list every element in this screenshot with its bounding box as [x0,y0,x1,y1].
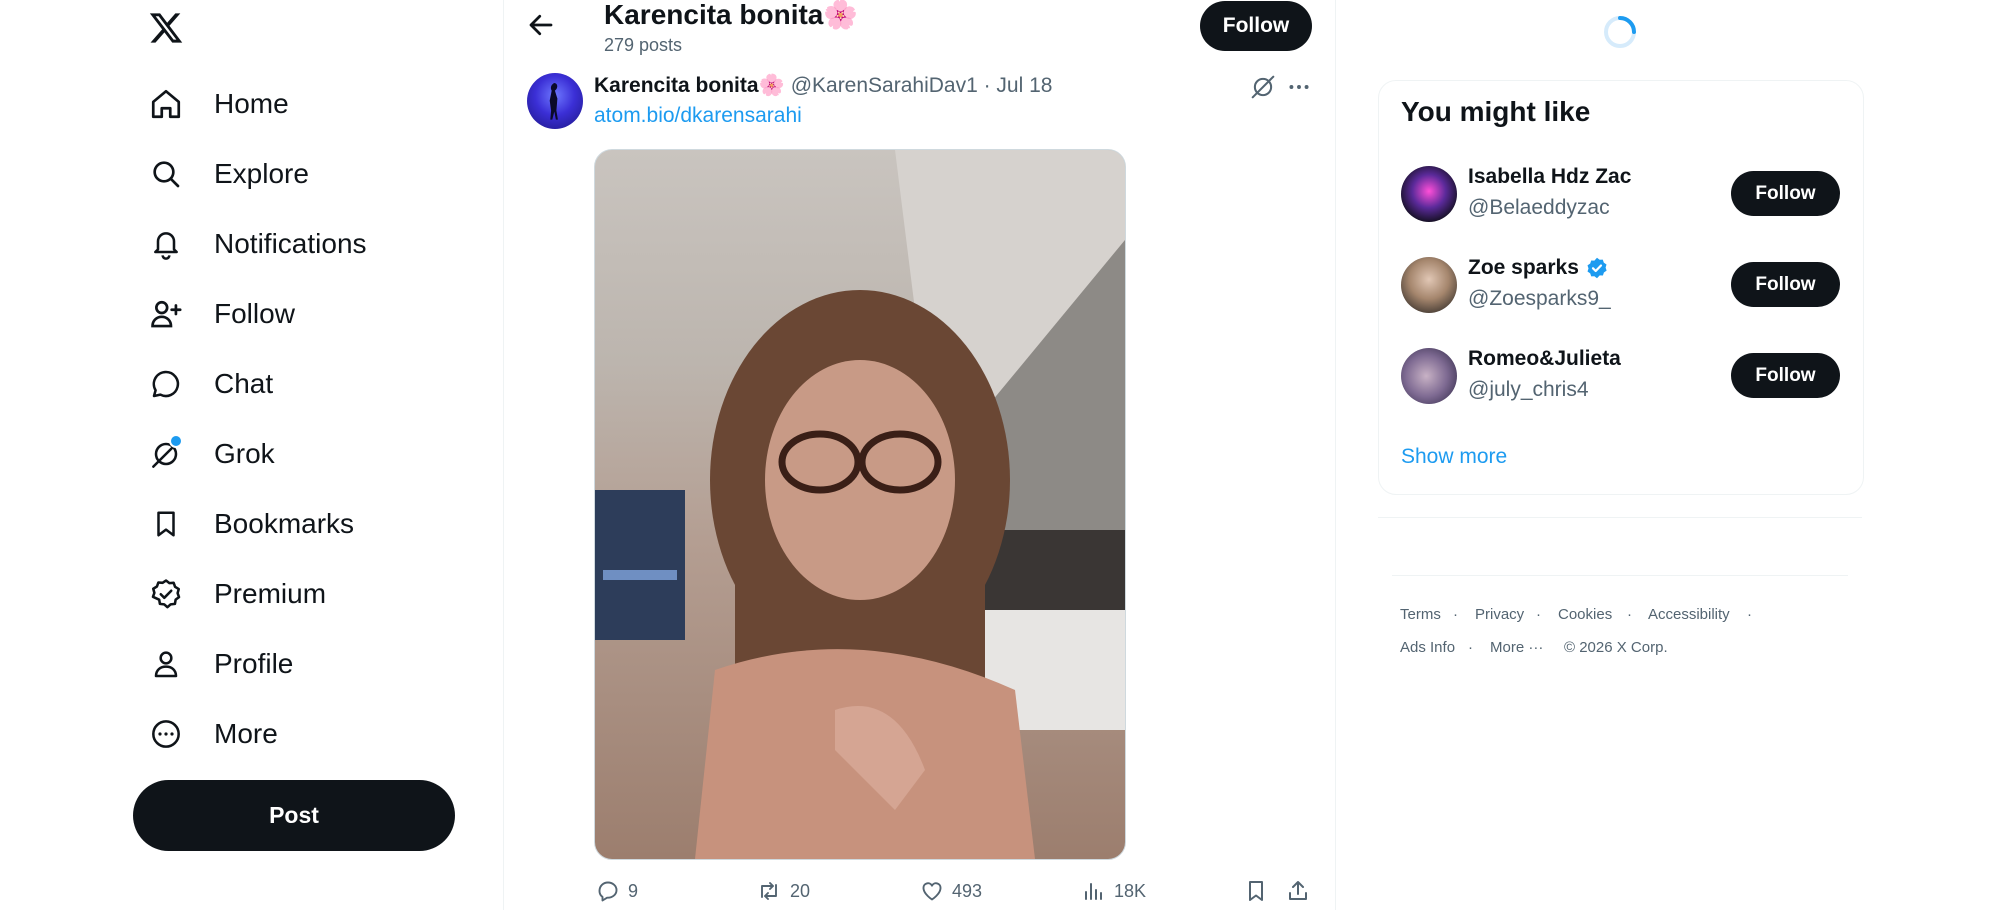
footer-more-link[interactable]: More ··· [1490,639,1543,656]
person-add-icon [148,296,184,332]
nav-profile-label: Profile [214,648,294,679]
search-icon [148,156,184,192]
header-follow-button[interactable]: Follow [1200,1,1312,51]
show-more-link[interactable]: Show more [1401,445,1507,469]
footer-separator: · [1747,606,1752,623]
bookmark-icon [148,506,184,542]
chat-bubble-icon [148,366,184,402]
reply-count: 9 [628,880,639,901]
sidebar-divider [1378,517,1862,518]
person-icon [148,646,184,682]
suggestion-handle[interactable]: @Zoesparks9_ [1468,287,1611,311]
bookmark-action[interactable] [1244,876,1268,906]
nav-home-label: Home [214,88,289,119]
profile-header-name: Karencita bonita🌸 [604,0,859,30]
column-divider-left [503,0,504,910]
nav-more[interactable]: More [148,712,278,756]
footer-copyright: © 2026 X Corp. [1564,639,1668,656]
suggestion-handle[interactable]: @Belaeddyzac [1468,196,1610,220]
nav-notifications[interactable]: Notifications [148,222,367,266]
footer-cookies-link[interactable]: Cookies [1558,606,1612,623]
share-icon [1286,879,1310,903]
nav-notifications-label: Notifications [214,228,367,259]
verified-check-icon [1585,256,1609,280]
post-button[interactable]: Post [133,780,455,851]
suggestion-name[interactable]: Romeo&Julieta [1468,347,1621,371]
suggestion-avatar[interactable] [1401,257,1457,313]
suggestion-name-text: Zoe sparks [1468,256,1579,279]
nav-chat[interactable]: Chat [148,362,273,406]
nav-explore-label: Explore [214,158,309,189]
x-logo-icon[interactable] [148,8,184,48]
suggestion-name[interactable]: Zoe sparks [1468,256,1609,280]
like-count: 493 [952,880,983,901]
suggestion-name-text: Isabella Hdz Zac [1468,165,1632,188]
nav-chat-label: Chat [214,368,274,399]
views-action[interactable]: 18K [1082,876,1146,906]
grok-icon [148,434,184,472]
suggestion-name[interactable]: Isabella Hdz Zac [1468,165,1631,189]
analytics-icon [1082,879,1106,903]
verified-badge-icon [148,576,184,612]
suggestion-name-text: Romeo&Julieta [1468,347,1621,370]
reply-icon [596,879,620,903]
follow-button[interactable]: Follow [1731,262,1840,307]
footer-accessibility-link[interactable]: Accessibility [1648,606,1730,623]
notification-dot [169,434,183,448]
footer-divider [1392,575,1848,576]
tweet-avatar[interactable] [527,73,583,129]
profile-post-count: 279 posts [604,35,683,55]
nav-follow-label: Follow [214,298,295,329]
grok-explain-icon[interactable] [1250,74,1276,100]
loading-spinner-icon [1602,14,1638,50]
footer-privacy-link[interactable]: Privacy [1475,606,1524,623]
follow-button[interactable]: Follow [1731,353,1840,398]
nav-premium[interactable]: Premium [148,572,326,616]
footer-terms-link[interactable]: Terms [1400,606,1441,623]
suggestion-avatar[interactable] [1401,348,1457,404]
tweet-handle-date[interactable]: @KarenSarahiDav1 · Jul 18 [791,74,1053,98]
bell-icon [148,226,184,262]
nav-explore[interactable]: Explore [148,152,309,196]
nav-grok[interactable]: Grok [148,432,275,476]
nav-follow[interactable]: Follow [148,292,295,336]
footer-separator: · [1453,606,1458,623]
suggestion-avatar[interactable] [1401,166,1457,222]
views-count: 18K [1114,880,1147,901]
follow-button[interactable]: Follow [1731,171,1840,216]
more-circle-icon [148,716,184,752]
nav-profile[interactable]: Profile [148,642,293,686]
reply-action[interactable]: 9 [596,876,638,906]
suggestion-handle[interactable]: @july_chris4 [1468,378,1589,402]
nav-bookmarks[interactable]: Bookmarks [148,502,354,546]
nav-more-label: More [214,718,278,749]
like-action[interactable]: 493 [920,876,982,906]
repost-count: 20 [790,880,811,901]
nav-home[interactable]: Home [148,82,289,126]
nav-bookmarks-label: Bookmarks [214,508,355,539]
more-options-icon[interactable] [1286,74,1312,100]
footer-separator: · [1468,639,1473,656]
nav-premium-label: Premium [214,578,327,609]
footer-ads-info-link[interactable]: Ads Info [1400,639,1455,656]
home-icon [148,86,184,122]
column-divider-right [1335,0,1336,910]
footer-separator: · [1627,606,1632,623]
bookmark-icon [1244,879,1268,903]
tweet-media-photo[interactable] [594,149,1126,860]
heart-icon [920,879,944,903]
repost-icon [756,879,782,903]
nav-grok-label: Grok [214,438,275,469]
tweet-link[interactable]: atom.bio/dkarensarahi [594,104,802,128]
tweet-author-name[interactable]: Karencita bonita🌸 [594,74,785,98]
repost-action[interactable]: 20 [756,876,810,906]
footer-separator: · [1536,606,1541,623]
back-arrow-icon[interactable] [526,10,556,40]
tweet-header: Karencita bonita🌸 @KarenSarahiDav1 · Jul… [594,74,1052,98]
you-might-like-title: You might like [1401,96,1591,127]
share-action[interactable] [1286,876,1310,906]
